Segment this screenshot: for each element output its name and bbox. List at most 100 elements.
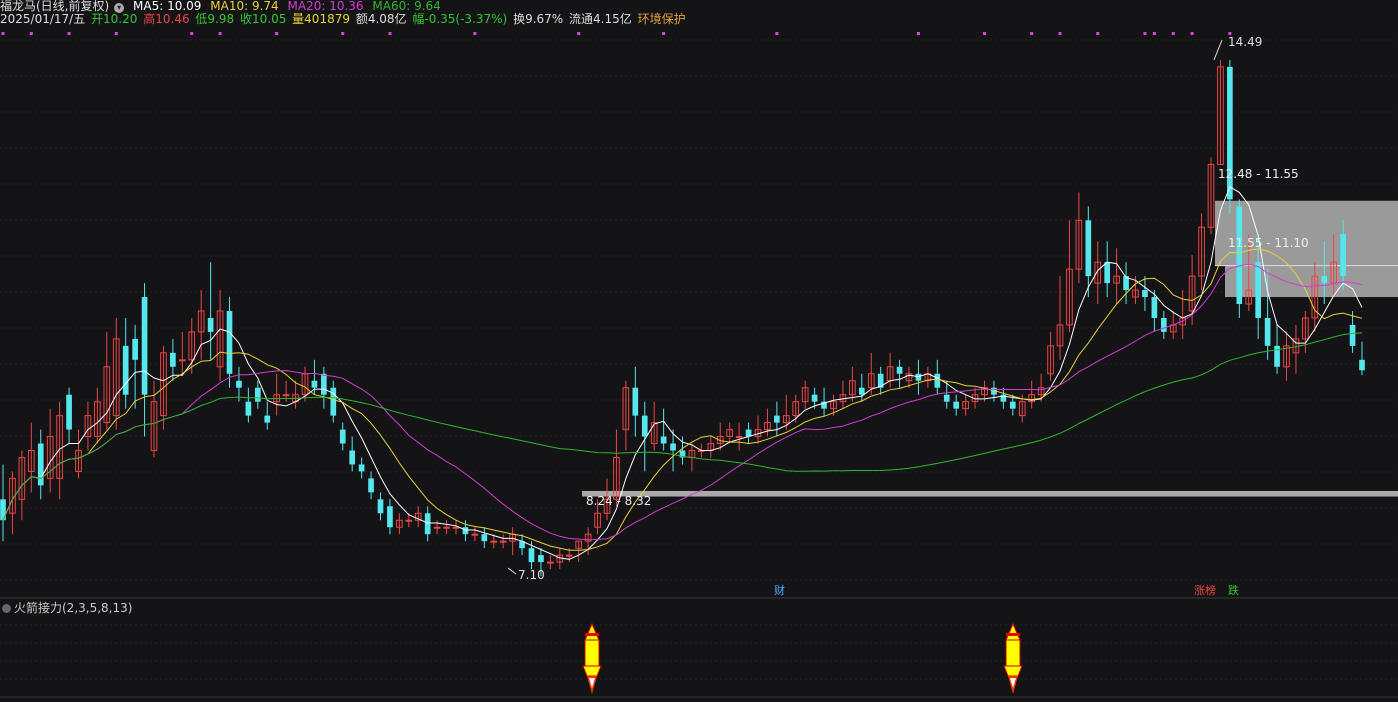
candle-body[interactable] xyxy=(641,415,648,437)
signal-dot xyxy=(983,32,986,35)
candle-body[interactable] xyxy=(443,526,450,529)
grid-lines xyxy=(0,39,1398,680)
candle-body[interactable] xyxy=(1151,297,1158,318)
candle-body[interactable] xyxy=(1359,359,1365,371)
candle-body[interactable] xyxy=(1255,262,1262,318)
candle-body[interactable] xyxy=(452,526,460,529)
candle-body[interactable] xyxy=(774,415,780,423)
candle-body[interactable] xyxy=(282,394,290,397)
signal-dot xyxy=(388,32,392,35)
signal-dot xyxy=(662,32,666,35)
candle-body[interactable] xyxy=(660,436,667,444)
candle-body[interactable] xyxy=(349,450,356,465)
candle-body[interactable] xyxy=(462,527,469,535)
candle-body[interactable] xyxy=(0,499,6,521)
candlestick-chart[interactable]: 14.49 7.10 12.48 - 11.55 11.55 - 11.10 8… xyxy=(0,0,1398,702)
candle-body[interactable] xyxy=(207,317,214,332)
candle-body[interactable] xyxy=(471,533,479,536)
signal-dot xyxy=(29,32,33,35)
candle-body[interactable] xyxy=(1142,290,1148,298)
signal-dot xyxy=(67,32,71,35)
candle-body[interactable] xyxy=(499,540,507,543)
candle-body[interactable] xyxy=(321,373,327,395)
candle-body[interactable] xyxy=(670,443,676,451)
low-price-label: 7.10 xyxy=(518,568,545,582)
signal-dot xyxy=(275,32,279,35)
signal-dot xyxy=(1190,32,1194,35)
signal-dot xyxy=(1,32,5,35)
signal-dot xyxy=(1096,32,1100,35)
candle-body[interactable] xyxy=(122,345,129,395)
candle-body[interactable] xyxy=(178,359,186,362)
candle-body[interactable] xyxy=(66,394,72,430)
candle-body[interactable] xyxy=(433,526,441,529)
candle-body[interactable] xyxy=(547,561,554,564)
support-zone[interactable] xyxy=(582,490,1398,497)
candle-body[interactable] xyxy=(858,387,865,395)
candle-body[interactable] xyxy=(896,366,903,374)
candle-body[interactable] xyxy=(377,499,384,514)
signal-dot xyxy=(1058,32,1062,35)
signal-dot xyxy=(1152,32,1156,35)
signal-dot xyxy=(218,32,222,35)
candle-body[interactable] xyxy=(565,554,573,557)
signal-dot xyxy=(1143,32,1147,35)
candle-body[interactable] xyxy=(37,443,44,486)
candle-body[interactable] xyxy=(953,401,960,409)
candle-body[interactable] xyxy=(1349,324,1356,346)
cai-badge[interactable]: 财 xyxy=(774,583,785,597)
high-price-label: 14.49 xyxy=(1228,35,1262,49)
zhangbang-badge[interactable]: 涨榜 xyxy=(1194,583,1216,597)
zone2-label: 11.55 - 11.10 xyxy=(1228,236,1309,250)
candle-body[interactable] xyxy=(528,548,535,563)
candle-body[interactable] xyxy=(387,506,393,528)
signal-dot xyxy=(916,32,920,35)
candle-body[interactable] xyxy=(141,297,148,395)
candle-body[interactable] xyxy=(245,401,252,416)
zone1-label: 12.48 - 11.55 xyxy=(1218,167,1299,181)
candle-body[interactable] xyxy=(170,352,176,367)
candle-body[interactable] xyxy=(632,387,639,416)
ma20-line[interactable] xyxy=(2,263,1363,541)
indicator-title[interactable]: 火箭接力(2,3,5,8,13) xyxy=(2,599,132,616)
candle-body[interactable] xyxy=(236,380,242,388)
candle-body[interactable] xyxy=(490,540,498,543)
candle-body[interactable] xyxy=(1321,276,1328,284)
candle-body[interactable] xyxy=(915,373,922,381)
low-leader-line xyxy=(507,567,517,575)
resistance-zone-1[interactable] xyxy=(1215,200,1398,266)
candle-body[interactable] xyxy=(1160,317,1167,332)
candle-body[interactable] xyxy=(811,394,818,402)
candle-body[interactable] xyxy=(481,534,488,542)
candle-body[interactable] xyxy=(368,478,374,493)
candle-body[interactable] xyxy=(311,380,318,388)
rocket-icon xyxy=(1003,622,1023,694)
candle-body[interactable] xyxy=(358,464,365,472)
zone3-label: 8.24 - 8.32 xyxy=(586,494,651,508)
candle-body[interactable] xyxy=(1340,234,1346,277)
signal-dot xyxy=(190,32,194,35)
candle-body[interactable] xyxy=(1236,206,1243,305)
candle-body[interactable] xyxy=(1085,220,1092,277)
candle-body[interactable] xyxy=(1104,262,1111,284)
candle-body[interactable] xyxy=(254,387,261,402)
candle-body[interactable] xyxy=(226,310,233,374)
candle-body[interactable] xyxy=(405,519,413,522)
candle-body[interactable] xyxy=(934,373,941,388)
candle-body[interactable] xyxy=(424,513,431,535)
candle-body[interactable] xyxy=(943,394,950,402)
candle-body[interactable] xyxy=(1264,317,1271,346)
candle-body[interactable] xyxy=(1009,401,1016,409)
rocket-signals xyxy=(582,622,1023,694)
signal-dot xyxy=(341,32,345,35)
die-badge[interactable]: 跌 xyxy=(1228,583,1239,597)
ma5-line[interactable] xyxy=(2,186,1363,560)
candle-body[interactable] xyxy=(538,555,544,563)
signal-dot xyxy=(473,32,477,35)
collapse-icon[interactable] xyxy=(2,604,11,613)
candle-body[interactable] xyxy=(339,429,346,444)
candle-body[interactable] xyxy=(735,436,743,439)
rocket-icon xyxy=(582,622,602,694)
candle-body[interactable] xyxy=(132,338,138,360)
candle-body[interactable] xyxy=(264,415,271,423)
